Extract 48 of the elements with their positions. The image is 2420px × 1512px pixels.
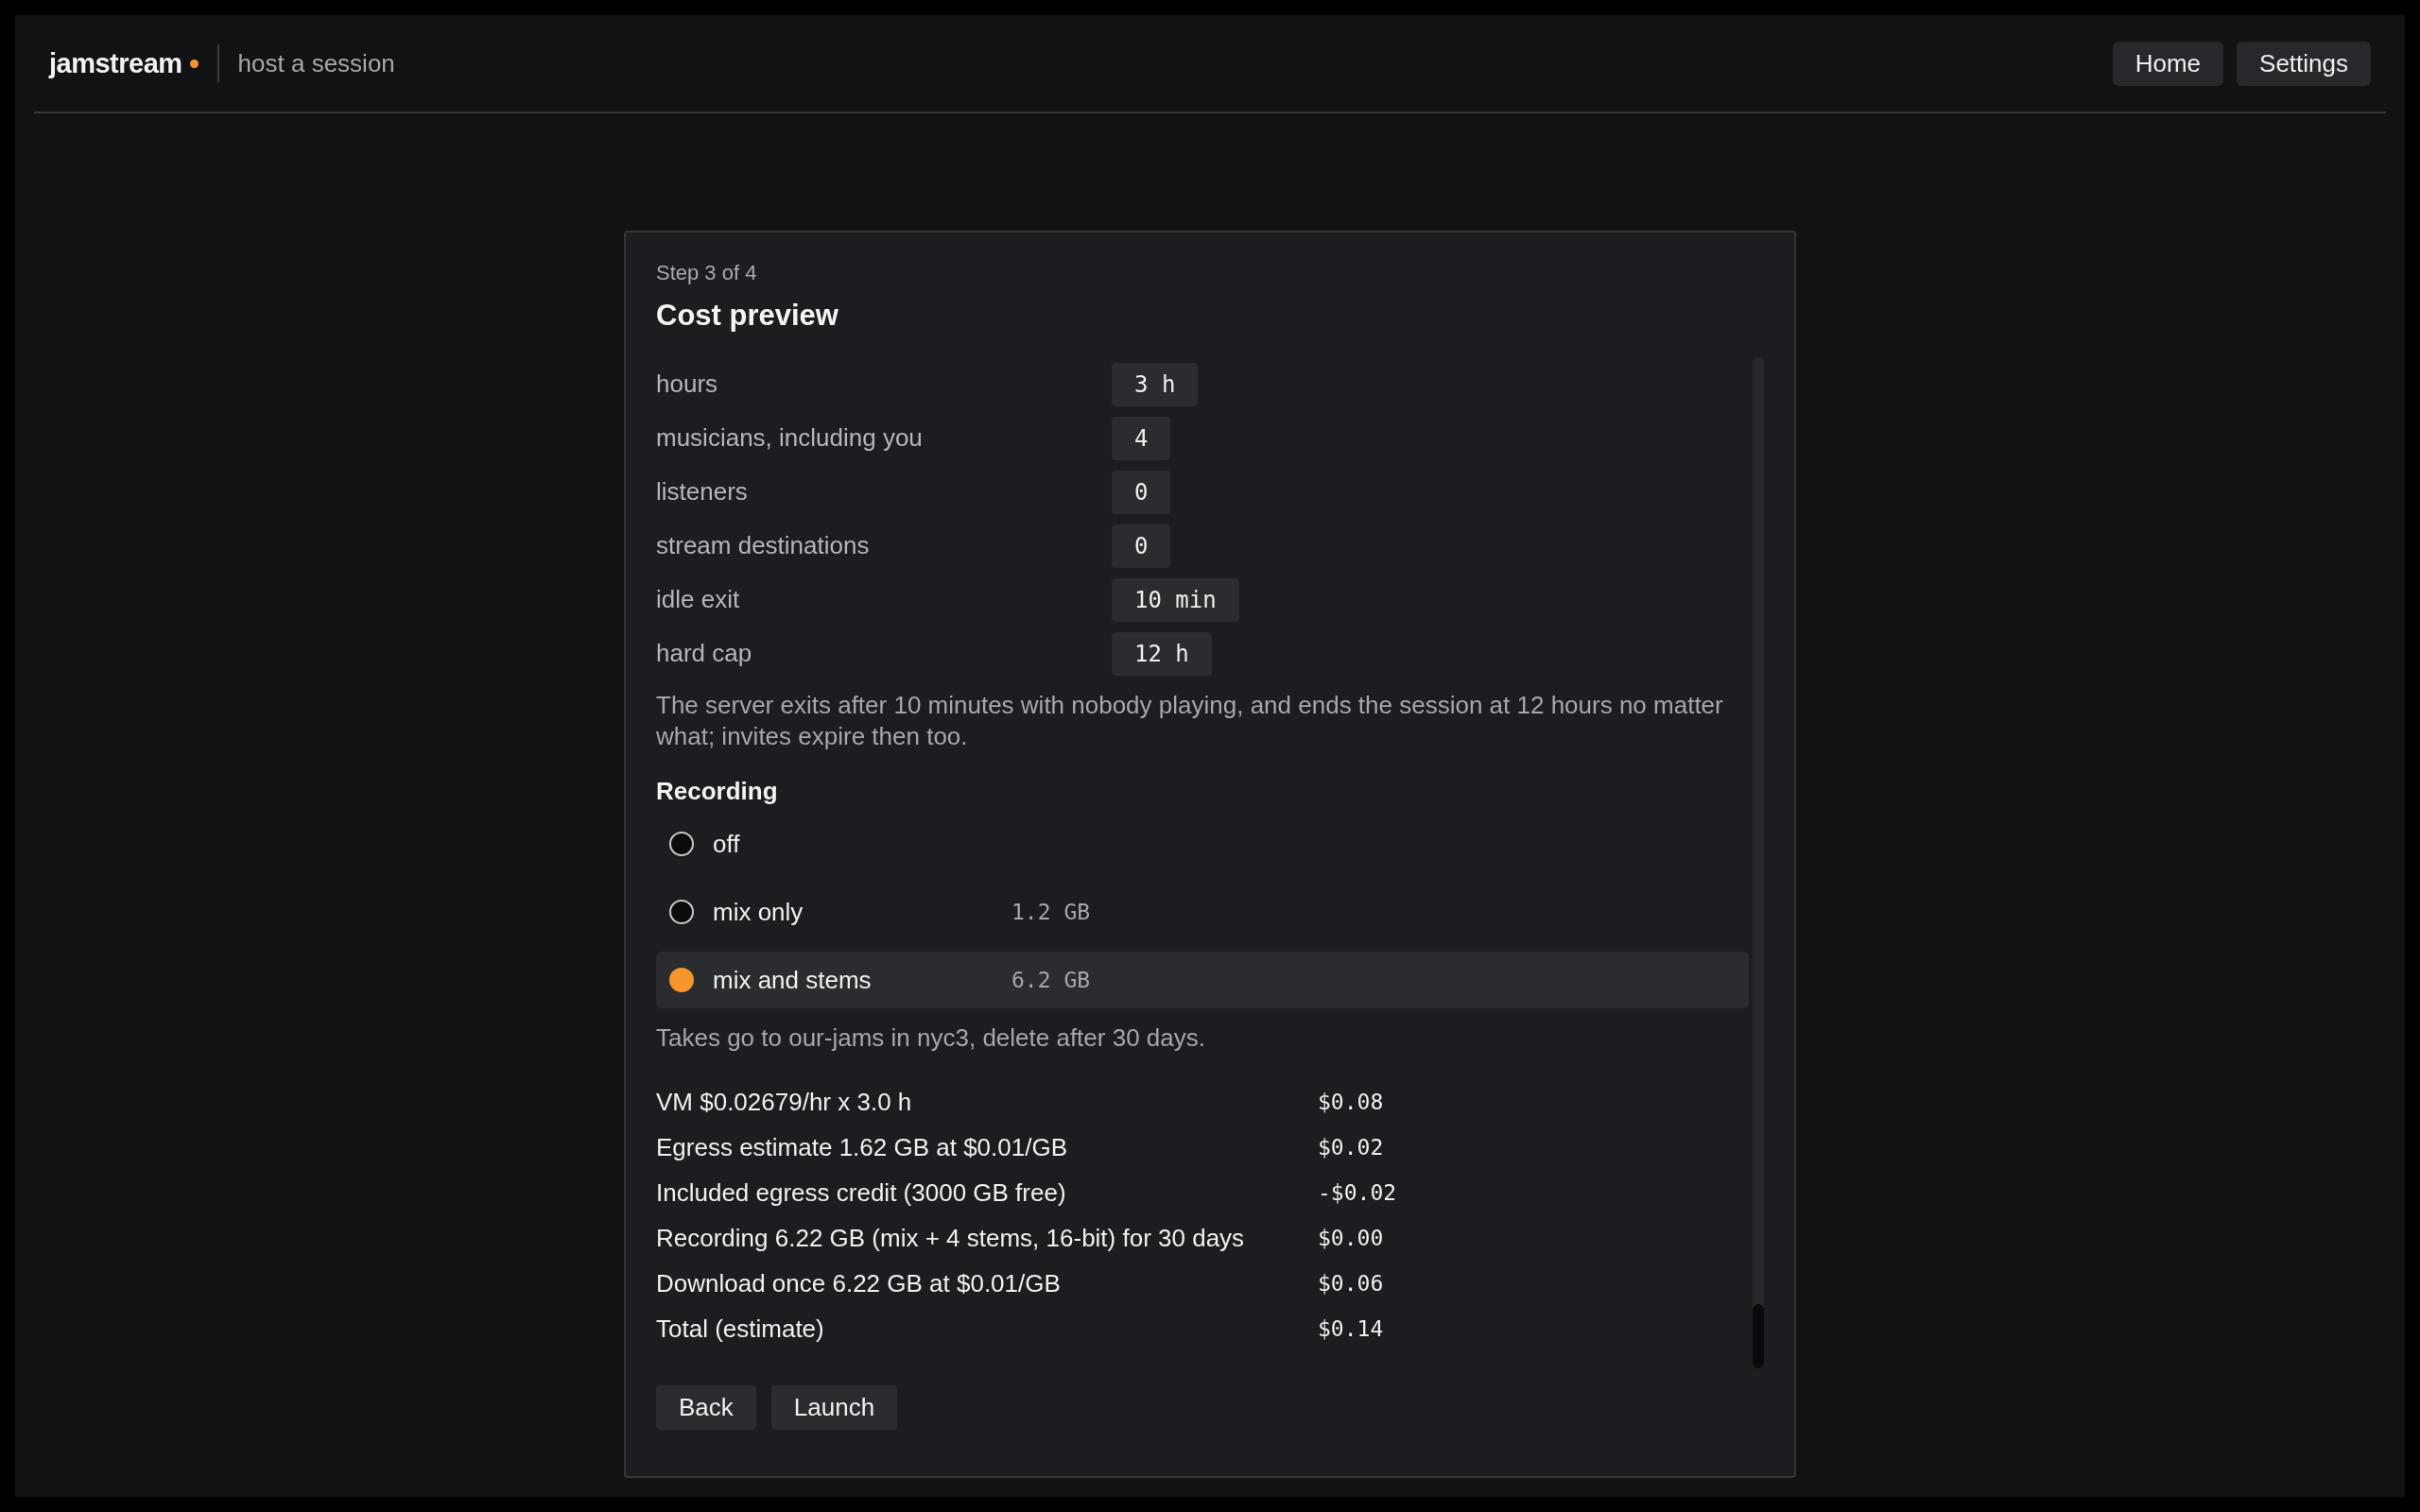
cost-amount: $0.14: [1318, 1316, 1384, 1341]
cost-amount: $0.06: [1318, 1271, 1384, 1296]
field-label: listeners: [656, 477, 749, 507]
value-field[interactable]: 0: [1112, 524, 1171, 568]
value-field[interactable]: 12 h: [1112, 631, 1212, 676]
field-label: musicians, including you: [656, 423, 924, 453]
cost-amount: -$0.02: [1318, 1180, 1397, 1205]
radio-option[interactable]: mix and stems 6.2 GB: [656, 952, 1749, 1008]
option-label: off: [713, 829, 741, 859]
value-field[interactable]: 10 min: [1112, 577, 1239, 622]
value-field[interactable]: 4: [1112, 416, 1171, 460]
value-field[interactable]: 0: [1112, 470, 1171, 514]
cost-label: Recording 6.22 GB (mix + 4 stems, 16-bit) for 30 days: [656, 1223, 1246, 1253]
field-label: idle exit: [656, 585, 741, 614]
radio-icon: [669, 832, 694, 856]
cost-amount: $0.02: [1318, 1135, 1384, 1160]
cost-label: VM $0.02679/hr x 3.0 h: [656, 1087, 913, 1117]
card-title: Cost preview: [656, 299, 839, 333]
page-subtitle: host a session: [237, 48, 395, 78]
radio-option[interactable]: off: [656, 816, 1749, 872]
radio-icon: [669, 968, 694, 992]
field-label: stream destinations: [656, 531, 871, 560]
option-label: mix and stems: [713, 965, 873, 995]
radio-option[interactable]: mix only 1.2 GB: [656, 884, 1749, 940]
nav-button[interactable]: Settings: [2237, 41, 2371, 86]
info-text: The server exits after 10 minutes with nobody playing, and ends the session at 12 hours no matter what; invites expire then too.: [656, 690, 1724, 752]
cost-label: Total (estimate): [656, 1314, 825, 1344]
brand-name: jamstream: [49, 47, 182, 79]
cost-label: Download once 6.22 GB at $0.01/GB: [656, 1268, 1062, 1298]
nav-button[interactable]: Home: [2112, 41, 2224, 86]
action-button[interactable]: Back: [656, 1385, 756, 1430]
info-text: Takes go to our-jams in nyc3, delete after 30 days.: [656, 1023, 1206, 1053]
dot-icon: [189, 59, 199, 68]
cost-label: Egress estimate 1.62 GB at $0.01/GB: [656, 1132, 1068, 1162]
step-label: Step 3 of 4: [656, 261, 758, 285]
cost-amount: $0.00: [1318, 1226, 1384, 1250]
value-field[interactable]: 3 h: [1112, 362, 1199, 406]
size-label: 1.2 GB: [1011, 900, 1091, 924]
action-button[interactable]: Launch: [770, 1385, 898, 1430]
section-title: Recording: [656, 777, 779, 806]
field-label: hard cap: [656, 639, 753, 668]
size-label: 6.2 GB: [1011, 968, 1091, 992]
scrollbar[interactable]: [1753, 357, 1764, 1368]
field-label: hours: [656, 369, 719, 399]
option-label: mix only: [713, 897, 804, 927]
cost-amount: $0.08: [1318, 1090, 1384, 1114]
radio-icon: [669, 900, 694, 924]
cost-label: Included egress credit (3000 GB free): [656, 1177, 1067, 1208]
